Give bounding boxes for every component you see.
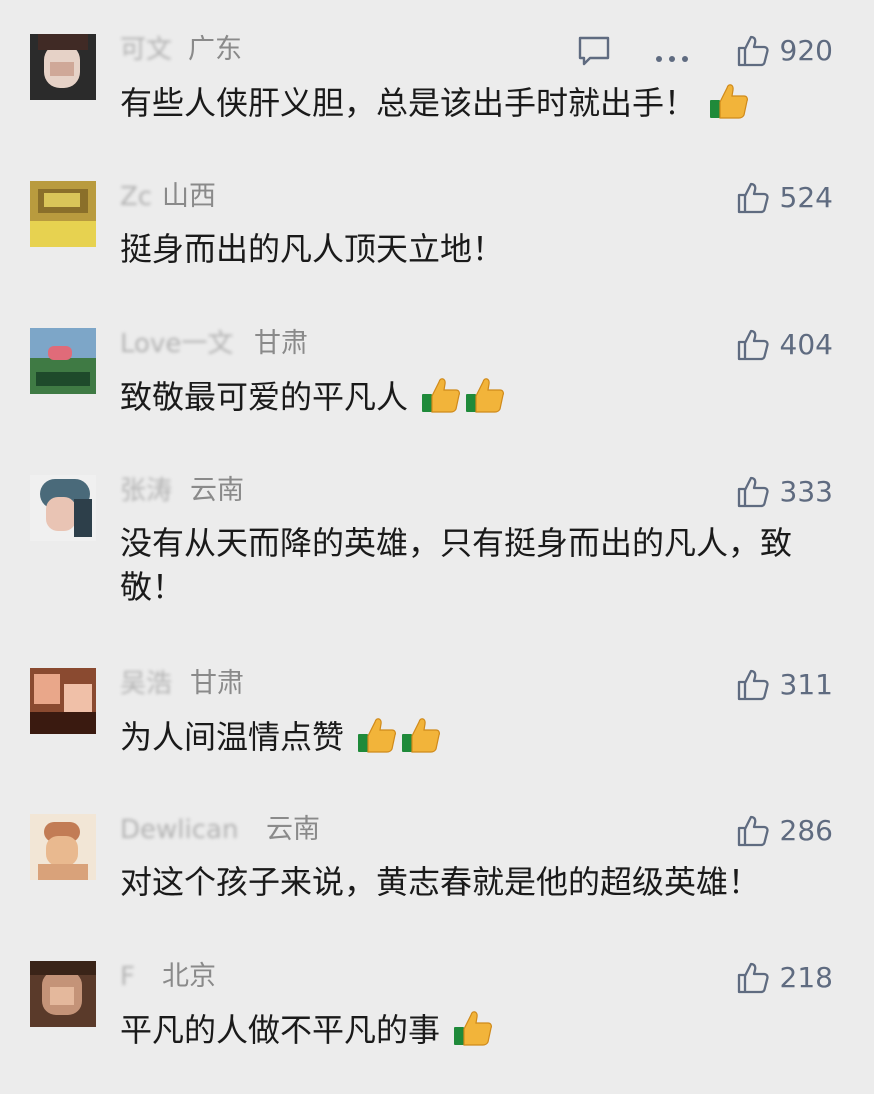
thumbs-up-icon (737, 476, 769, 508)
reply-icon[interactable] (576, 34, 612, 72)
like-button[interactable]: 333 (736, 475, 833, 509)
like-count: 404 (779, 328, 833, 361)
avatar[interactable] (30, 328, 96, 394)
region-label: 甘肃 (190, 668, 244, 699)
like-count: 218 (779, 961, 833, 994)
thumbs-up-emoji-icon (454, 1011, 493, 1046)
region-label: 云南 (266, 814, 320, 845)
like-button[interactable]: 218 (736, 961, 833, 995)
comment-body: 没有从天而降的英雄，只有挺身而出的凡人，致敬！ (120, 524, 793, 606)
thumbs-up-emoji-icon (466, 378, 505, 413)
thumbs-up-icon (737, 815, 769, 847)
comment-body: 对这个孩子来说，黄志春就是他的超级英雄！ (120, 863, 761, 901)
thumbs-up-emoji-icon (710, 84, 749, 119)
comment-body: 为人间温情点赞 (120, 718, 345, 756)
comment-text: 致敬最可爱的平凡人 (120, 374, 820, 419)
username[interactable]: 可文 (120, 34, 172, 66)
like-button[interactable]: 286 (736, 814, 833, 848)
thumbs-up-icon (737, 182, 769, 214)
comment-body: 平凡的人做不平凡的事 (120, 1011, 441, 1049)
like-button[interactable]: 920 (736, 34, 833, 68)
region-label: 广东 (188, 34, 242, 65)
username[interactable]: Zc (120, 181, 152, 213)
thumbs-up-icon (737, 35, 769, 67)
comment-text: 为人间温情点赞 (120, 714, 820, 759)
like-count: 311 (779, 668, 833, 701)
avatar[interactable] (30, 814, 96, 880)
username[interactable]: 张涛 (120, 475, 172, 507)
like-count: 524 (779, 181, 833, 214)
username[interactable]: Love一文 (120, 328, 233, 360)
like-button[interactable]: 311 (736, 668, 833, 702)
thumbs-up-icon (737, 669, 769, 701)
avatar[interactable] (30, 181, 96, 247)
more-options-icon[interactable] (655, 48, 689, 67)
comment-body: 致敬最可爱的平凡人 (120, 378, 409, 416)
comment-body: 挺身而出的凡人顶天立地！ (120, 230, 505, 268)
comment-text: 有些人侠肝义胆，总是该出手时就出手！ (120, 80, 820, 125)
region-label: 云南 (190, 475, 244, 506)
like-count: 920 (779, 34, 833, 67)
comment-text: 对这个孩子来说，黄志春就是他的超级英雄！ (120, 860, 820, 904)
thumbs-up-emoji-icon (402, 718, 441, 753)
avatar[interactable] (30, 475, 96, 541)
like-count: 286 (779, 814, 833, 847)
username[interactable]: Dewlican (120, 814, 238, 846)
thumbs-up-emoji-icon (422, 378, 461, 413)
comment-text: 挺身而出的凡人顶天立地！ (120, 227, 820, 271)
like-button[interactable]: 524 (736, 181, 833, 215)
like-button[interactable]: 404 (736, 328, 833, 362)
region-label: 山西 (162, 181, 216, 212)
avatar[interactable] (30, 34, 96, 100)
username[interactable]: F (120, 961, 135, 993)
comment-text: 没有从天而降的英雄，只有挺身而出的凡人，致敬！ (120, 521, 820, 609)
like-count: 333 (779, 475, 833, 508)
username[interactable]: 吴浩 (120, 668, 172, 700)
region-label: 北京 (162, 961, 216, 992)
avatar[interactable] (30, 961, 96, 1027)
comment-text: 平凡的人做不平凡的事 (120, 1007, 820, 1052)
thumbs-up-icon (737, 962, 769, 994)
comment-body: 有些人侠肝义胆，总是该出手时就出手！ (120, 84, 697, 122)
avatar[interactable] (30, 668, 96, 734)
thumbs-up-icon (737, 329, 769, 361)
thumbs-up-emoji-icon (358, 718, 397, 753)
region-label: 甘肃 (254, 328, 308, 359)
